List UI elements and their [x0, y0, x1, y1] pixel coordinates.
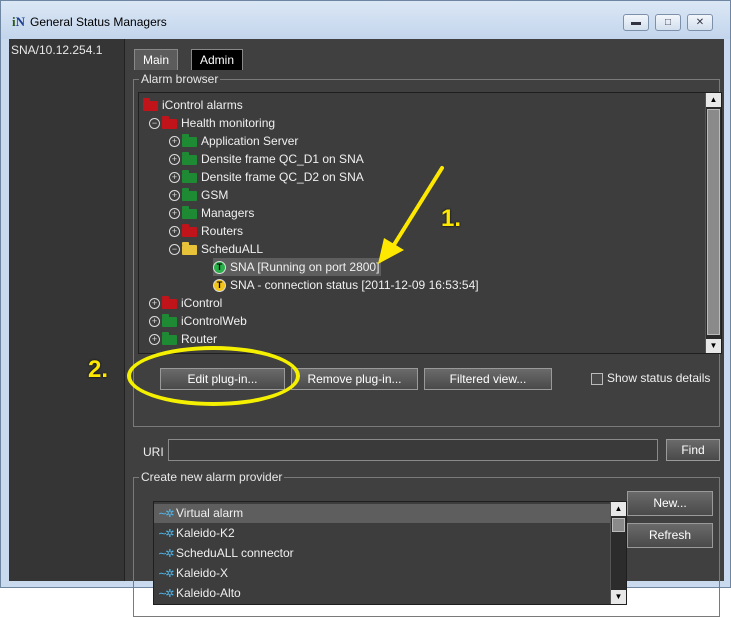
- minimize-button[interactable]: ▬: [623, 14, 649, 31]
- sidebar-item-server[interactable]: SNA/10.12.254.1: [11, 43, 102, 57]
- tree-node[interactable]: + Application Server: [169, 132, 298, 150]
- arrow-annotation-icon: [378, 166, 444, 264]
- scrollbar-thumb[interactable]: [707, 109, 720, 335]
- expand-toggle-icon[interactable]: +: [149, 334, 160, 346]
- list-item[interactable]: ∼✲ Kaleido-X: [154, 564, 612, 583]
- maximize-icon: □: [664, 17, 672, 28]
- find-button[interactable]: Find: [666, 439, 720, 461]
- folder-red-icon: [143, 97, 158, 111]
- filtered-view-button[interactable]: Filtered view...: [424, 368, 552, 390]
- tab-admin[interactable]: Admin: [191, 49, 244, 70]
- new-provider-button[interactable]: New...: [627, 491, 713, 516]
- maximize-button[interactable]: □: [655, 14, 681, 31]
- tree-node[interactable]: + Routers: [169, 222, 243, 240]
- list-item[interactable]: ∼✲ Kaleido-Alto: [154, 584, 612, 603]
- folder-green-icon: [162, 313, 177, 327]
- refresh-button[interactable]: Refresh: [627, 523, 713, 548]
- tree-node[interactable]: T SNA - connection status [2011-12-09 16:…: [213, 276, 479, 294]
- tree-node[interactable]: + Densite frame QC_D1 on SNA: [169, 150, 364, 168]
- app-window: iN General Status Managers ▬ □ ✕ SNA/10.…: [0, 0, 731, 617]
- expand-toggle-icon[interactable]: +: [169, 208, 180, 220]
- close-button[interactable]: ✕: [687, 14, 713, 31]
- scroll-up-icon[interactable]: ▲: [611, 502, 626, 516]
- close-icon: ✕: [695, 17, 705, 28]
- expand-toggle-icon[interactable]: +: [169, 226, 180, 238]
- minimize-icon: ▬: [631, 17, 641, 28]
- list-item[interactable]: ∼✲ ScheduALL connector: [154, 544, 612, 563]
- show-status-details-label: Show status details: [607, 371, 711, 385]
- tree-node[interactable]: + Managers: [169, 204, 254, 222]
- window-title: General Status Managers: [30, 15, 167, 29]
- list-item[interactable]: ∼✲ Kaleido-K2: [154, 524, 612, 543]
- alarm-provider-legend: Create new alarm provider: [139, 470, 285, 484]
- scrollbar-thumb[interactable]: [612, 518, 625, 532]
- folder-red-icon: [182, 223, 197, 237]
- tree-node[interactable]: − Health monitoring: [149, 114, 275, 132]
- folder-red-icon: [162, 115, 177, 129]
- expand-toggle-icon[interactable]: +: [169, 172, 180, 184]
- collapse-toggle-icon[interactable]: −: [149, 118, 160, 130]
- alarm-provider-list[interactable]: ∼✲ Virtual alarm ∼✲ Kaleido-K2 ∼✲ ScheduALL…: [153, 501, 627, 605]
- show-status-details-checkbox[interactable]: [591, 373, 603, 385]
- folder-green-icon: [182, 187, 197, 201]
- title-bar[interactable]: iN General Status Managers ▬ □ ✕: [1, 1, 730, 39]
- folder-green-icon: [162, 331, 177, 345]
- folder-green-icon: [182, 151, 197, 165]
- app-logo-icon: iN: [12, 14, 26, 29]
- provider-icon: ∼✲: [158, 508, 174, 520]
- callout-2: 2.: [88, 356, 109, 383]
- tab-main[interactable]: Main: [134, 49, 179, 70]
- scroll-up-icon[interactable]: ▲: [706, 93, 721, 107]
- scroll-down-icon[interactable]: ▼: [611, 590, 626, 604]
- client-area: SNA/10.12.254.1 Main Admin Alarm browser…: [9, 39, 724, 617]
- tree-node[interactable]: − ScheduALL: [169, 240, 263, 258]
- folder-green-icon: [182, 205, 197, 219]
- expand-toggle-icon[interactable]: +: [149, 316, 160, 328]
- uri-input[interactable]: [168, 439, 658, 461]
- expand-toggle-icon[interactable]: +: [169, 136, 180, 148]
- provider-icon: ∼✲: [158, 528, 174, 540]
- remove-plugin-button[interactable]: Remove plug-in...: [291, 368, 418, 390]
- tree-node[interactable]: + GSM: [169, 186, 228, 204]
- folder-red-icon: [162, 295, 177, 309]
- server-sidebar: SNA/10.12.254.1: [9, 39, 125, 581]
- folder-green-icon: [182, 133, 197, 147]
- alarm-browser-legend: Alarm browser: [139, 72, 221, 86]
- list-item-selected[interactable]: ∼✲ Virtual alarm: [154, 504, 612, 523]
- status-yellow-icon: T: [213, 279, 226, 293]
- provider-icon: ∼✲: [158, 568, 174, 580]
- tree-node[interactable]: + iControl: [149, 294, 222, 312]
- status-green-icon: T: [213, 261, 226, 275]
- tree-node[interactable]: + iControlWeb: [149, 312, 247, 330]
- tree-node-selected[interactable]: T SNA [Running on port 2800]: [213, 258, 382, 276]
- provider-icon: ∼✲: [158, 548, 174, 560]
- expand-toggle-icon[interactable]: +: [169, 190, 180, 202]
- folder-green-icon: [182, 169, 197, 183]
- tree-node[interactable]: + Densite frame QC_D2 on SNA: [169, 168, 364, 186]
- uri-label: URI: [143, 445, 164, 459]
- tree-scrollbar[interactable]: ▲ ▼: [705, 93, 721, 353]
- tree-node[interactable]: iControl alarms: [143, 96, 243, 114]
- expand-toggle-icon[interactable]: +: [149, 298, 160, 310]
- highlight-ellipse: [127, 346, 300, 406]
- scroll-down-icon[interactable]: ▼: [706, 339, 721, 353]
- expand-toggle-icon[interactable]: +: [169, 154, 180, 166]
- collapse-toggle-icon[interactable]: −: [169, 244, 180, 256]
- provider-list-scrollbar[interactable]: ▲ ▼: [610, 502, 626, 604]
- folder-open-icon: [182, 241, 197, 255]
